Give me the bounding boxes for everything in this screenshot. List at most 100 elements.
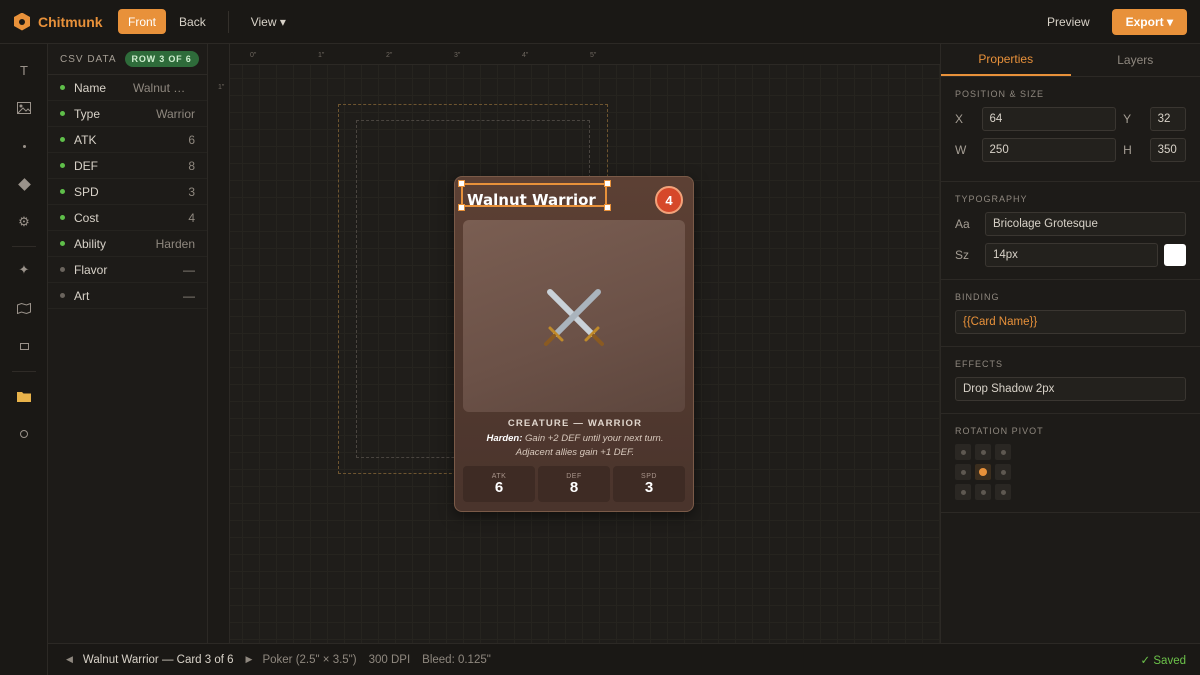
csv-field-row[interactable]: ATK 6	[48, 127, 207, 153]
resize-handle-br[interactable]	[604, 204, 611, 211]
prev-card-icon[interactable]: ◀	[66, 654, 73, 665]
resize-handle-bl[interactable]	[458, 204, 465, 211]
binding-status-dot	[60, 111, 65, 116]
ruler-tick-label: 1"	[218, 84, 225, 91]
pivot-grid	[955, 444, 1186, 500]
binding-title: BINDING	[955, 292, 1000, 302]
binding-field[interactable]: {{Card Name}}	[955, 310, 1186, 334]
csv-field-value: Walnut Warrior	[133, 80, 195, 95]
export-button[interactable]: Export ▾	[1111, 8, 1187, 35]
pivot-dot	[960, 469, 966, 475]
card-ability-text[interactable]: Harden: Gain +2 DEF until your next turn…	[469, 432, 681, 460]
csv-field-name: Type	[74, 106, 101, 121]
x-field[interactable]: 64	[981, 107, 1117, 131]
pivot-dot	[960, 449, 966, 455]
pivot-point[interactable]	[995, 464, 1011, 480]
folder-tool-icon[interactable]	[12, 384, 36, 408]
binding-status-dot	[60, 85, 65, 90]
tab-properties[interactable]: Properties	[941, 44, 1071, 76]
effects-title: EFFECTS	[955, 359, 1004, 369]
ability-name: Harden:	[486, 433, 523, 444]
app-logo[interactable]: Chitmunk	[14, 12, 118, 31]
y-field[interactable]: 32	[1149, 107, 1187, 131]
binding-status-dot	[60, 137, 65, 142]
x-label: X	[955, 112, 964, 126]
sparkle-tool-icon[interactable]: ✦	[12, 258, 36, 282]
pivot-point[interactable]	[975, 464, 991, 480]
circle-tool-icon[interactable]	[12, 422, 36, 446]
back-side-button[interactable]: Back	[169, 9, 216, 34]
settings-tool-icon[interactable]: ⚙	[12, 210, 36, 234]
font-size-field[interactable]: 14px	[985, 243, 1158, 267]
csv-field-row[interactable]: Cost 4	[48, 205, 207, 231]
view-menu-button[interactable]: View ▾	[241, 9, 296, 34]
panel-tabs: Properties Layers	[941, 44, 1200, 77]
csv-field-value: Warrior	[156, 106, 195, 121]
shape-tool-icon[interactable]	[12, 172, 36, 196]
horizontal-ruler: 0" 1" 2" 3" 4" 5"	[230, 44, 940, 65]
pivot-point[interactable]	[975, 444, 991, 460]
pivot-point[interactable]	[955, 444, 971, 460]
pivot-point[interactable]	[975, 484, 991, 500]
text-color-swatch[interactable]	[1164, 244, 1186, 266]
stat-box[interactable]: ATK 6	[463, 466, 535, 502]
csv-field-row[interactable]: Type Warrior	[48, 101, 207, 127]
card-art-frame[interactable]	[463, 220, 685, 412]
chipmunk-logo-icon	[14, 12, 30, 31]
next-card-icon[interactable]: ▶	[246, 654, 253, 665]
binding-status-dot	[60, 189, 65, 194]
resize-handle-tl[interactable]	[458, 180, 465, 187]
csv-field-row[interactable]: Flavor —	[48, 257, 207, 283]
properties-panel: Properties Layers POSITION & SIZE X 64 Y…	[940, 44, 1200, 643]
stat-box[interactable]: DEF 8	[538, 466, 610, 502]
card-preview[interactable]: Walnut Warrior 4 CREATURE — WARRIOR Hard…	[454, 176, 694, 512]
card-type-line[interactable]: CREATURE — WARRIOR	[455, 418, 695, 429]
height-field[interactable]: 350	[1149, 138, 1187, 162]
csv-field-row[interactable]: Ability Harden	[48, 231, 207, 257]
dot-tool-icon[interactable]	[12, 134, 36, 158]
stat-box[interactable]: SPD 3	[613, 466, 685, 502]
frame-tool-icon[interactable]	[12, 334, 36, 358]
pivot-dot	[1000, 449, 1006, 455]
pivot-dot	[1000, 489, 1006, 495]
card-format: Poker (2.5" × 3.5")	[262, 653, 357, 666]
image-tool-icon[interactable]	[12, 96, 36, 120]
pivot-point[interactable]	[955, 484, 971, 500]
pivot-dot	[979, 468, 987, 476]
pivot-point[interactable]	[995, 484, 1011, 500]
front-side-button[interactable]: Front	[118, 9, 167, 34]
position-size-section: POSITION & SIZE X 64 Y 32 W 250 H 350	[941, 77, 1200, 182]
font-family-field[interactable]: Bricolage Grotesque	[985, 212, 1186, 236]
pivot-dot	[980, 449, 986, 455]
tool-sidebar: T ⚙ ✦	[0, 44, 48, 675]
preview-button[interactable]: Preview	[1037, 9, 1100, 34]
csv-field-row[interactable]: SPD 3	[48, 179, 207, 205]
csv-field-value: 4	[188, 210, 195, 225]
csv-data-title: CSV DATA	[60, 53, 117, 65]
map-tool-icon[interactable]	[12, 296, 36, 320]
row-badge[interactable]: ROW 3 OF 6	[124, 51, 199, 67]
vertical-ruler: 1"	[208, 44, 230, 643]
width-field[interactable]: 250	[981, 138, 1117, 162]
card-cost-badge[interactable]: 4	[655, 186, 683, 214]
pivot-point[interactable]	[995, 444, 1011, 460]
tool-divider	[12, 246, 36, 247]
status-bar: ◀ Walnut Warrior — Card 3 of 6 ▶ Poker (…	[48, 643, 1200, 675]
effects-section: EFFECTS Drop Shadow 2px	[941, 347, 1200, 414]
tab-layers[interactable]: Layers	[1071, 44, 1200, 76]
csv-field-row[interactable]: Name Walnut Warrior	[48, 75, 207, 101]
ability-description: Gain +2 DEF until your next turn. Adjace…	[515, 433, 664, 458]
binding-status-dot	[60, 293, 65, 298]
csv-field-row[interactable]: DEF 8	[48, 153, 207, 179]
pivot-dot	[980, 489, 986, 495]
design-canvas[interactable]: 0"1"2"3"4"5" 1" Walnut Warrior 4 CR	[208, 44, 940, 643]
csv-field-value: 8	[188, 158, 195, 173]
pivot-point[interactable]	[955, 464, 971, 480]
ruler-tick-label: 1"	[318, 52, 325, 59]
selection-box[interactable]	[461, 183, 607, 207]
text-tool-icon[interactable]: T	[12, 58, 36, 82]
effect-field[interactable]: Drop Shadow 2px	[955, 377, 1186, 401]
resize-handle-tr[interactable]	[604, 180, 611, 187]
font-label: Aa	[955, 217, 970, 231]
csv-field-row[interactable]: Art —	[48, 283, 207, 309]
